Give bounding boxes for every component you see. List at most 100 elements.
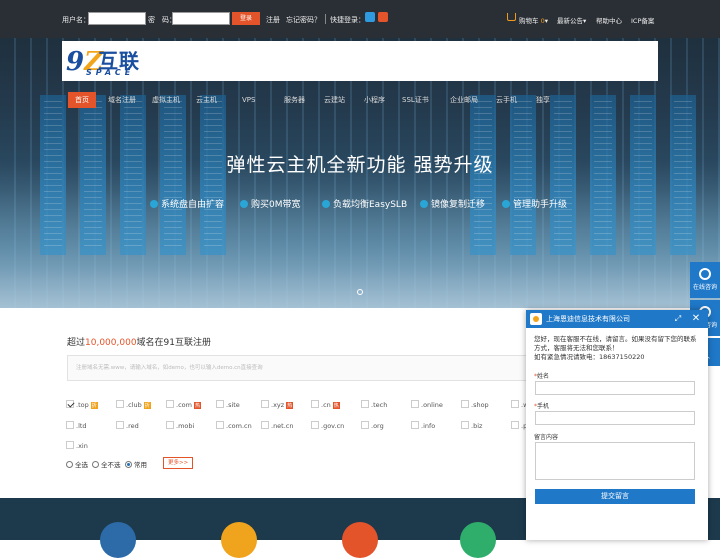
online-consult-tab[interactable]: 在线咨询: [690, 262, 720, 298]
promo-badge: 热: [332, 402, 340, 409]
nav-site-builder[interactable]: 云建站: [320, 92, 349, 108]
checkbox-icon: [116, 400, 124, 408]
checkbox-icon: [166, 421, 174, 429]
message-textarea[interactable]: [535, 442, 695, 480]
content-label: 留言内容: [534, 434, 559, 441]
phone-label: *手机: [534, 403, 550, 410]
tld-option-xin[interactable]: .xin: [66, 441, 88, 450]
tld-option-info[interactable]: .info: [411, 421, 435, 430]
cart-icon[interactable]: [507, 13, 516, 21]
nav-vps[interactable]: VPS: [238, 92, 259, 108]
phone-field[interactable]: [535, 411, 695, 425]
tld-label: .club: [126, 401, 142, 409]
service-icon[interactable]: [342, 522, 378, 558]
tld-option-site[interactable]: .site: [216, 400, 240, 409]
tld-option-shop[interactable]: .shop: [461, 400, 489, 409]
nav-dedicated[interactable]: 独享: [532, 92, 554, 108]
tld-option-online[interactable]: .online: [411, 400, 443, 409]
submit-message-button[interactable]: 提交留言: [535, 489, 695, 504]
service-icon[interactable]: [100, 522, 136, 558]
service-icon[interactable]: [460, 522, 496, 558]
tld-option-biz[interactable]: .biz: [461, 421, 482, 430]
password-input[interactable]: [172, 12, 230, 25]
feature-item: 购买0M带宽: [240, 197, 301, 210]
select-all-option[interactable]: 全选: [66, 459, 88, 469]
select-common-option[interactable]: 常用: [125, 459, 147, 469]
forgot-password-link[interactable]: 忘记密码？: [286, 15, 321, 25]
nav-mini-program[interactable]: 小程序: [360, 92, 389, 108]
tld-label: .info: [421, 422, 436, 430]
radio-icon: [92, 461, 99, 468]
nav-server[interactable]: 服务器: [280, 92, 309, 108]
tld-option-red[interactable]: .red: [116, 421, 139, 430]
service-icon[interactable]: [221, 522, 257, 558]
nav-ssl[interactable]: SSL证书: [398, 92, 433, 108]
checkbox-icon: [216, 400, 224, 408]
tld-option-p[interactable]: .p: [511, 421, 527, 430]
select-none-option[interactable]: 全不选: [92, 459, 121, 469]
close-icon[interactable]: ✕: [690, 313, 702, 325]
checkbox-icon: [461, 421, 469, 429]
tld-option-xyz[interactable]: .xyz 热: [261, 400, 294, 409]
logo-bar: 9Z 互联 SPACE: [62, 41, 658, 81]
tld-option-govcn[interactable]: .gov.cn: [311, 421, 344, 430]
tld-label: .site: [226, 401, 240, 409]
checkbox-icon: [361, 421, 369, 429]
notice-link[interactable]: 最新公告▾: [557, 15, 586, 25]
checkbox-icon: [411, 421, 419, 429]
bullet-icon: [150, 200, 158, 208]
tld-label: .com.cn: [226, 422, 252, 430]
checkbox-icon: [311, 421, 319, 429]
icp-link[interactable]: ICP备案: [631, 15, 654, 25]
cart-link[interactable]: 购物车 0▾: [519, 15, 548, 25]
company-logo-icon: [530, 313, 542, 325]
tld-label: .xin: [76, 442, 88, 450]
register-link[interactable]: 注册: [266, 15, 280, 25]
divider: [325, 14, 326, 24]
tld-label: .red: [126, 422, 139, 430]
checkbox-icon: [461, 400, 469, 408]
promo-badge: 热: [193, 402, 201, 409]
tld-label: .ltd: [76, 422, 87, 430]
tld-option-org[interactable]: .org: [361, 421, 384, 430]
tld-option-com[interactable]: .com 热: [166, 400, 201, 409]
name-field[interactable]: [535, 381, 695, 395]
tld-option-ltd[interactable]: .ltd: [66, 421, 87, 430]
tld-option-comcn[interactable]: .com.cn: [216, 421, 252, 430]
nav-cloud-phone[interactable]: 云手机: [492, 92, 521, 108]
slider-dot[interactable]: [357, 289, 363, 295]
tld-option-top[interactable]: .top 折: [66, 400, 98, 409]
nav-cloud-host[interactable]: 云主机: [192, 92, 221, 108]
nav-home[interactable]: 首页: [68, 92, 96, 108]
tld-option-netcn[interactable]: .net.cn: [261, 421, 294, 430]
tld-option-club[interactable]: .club 折: [116, 400, 151, 409]
checkbox-icon: [511, 400, 519, 408]
wechat-login-icon[interactable]: [378, 12, 388, 22]
hero-banner[interactable]: 用户名： 密 码： 登录 注册 忘记密码？ 快捷登录： 购物车 0▾ 最新公告▾…: [0, 0, 720, 308]
tld-label: .mobi: [176, 422, 195, 430]
tld-option-mobi[interactable]: .mobi: [166, 421, 194, 430]
domain-search-input[interactable]: 注册域名无需.www，请输入域名，如demo，也可以输入demo.cn直接查询: [67, 355, 527, 381]
qq-login-icon[interactable]: [365, 12, 375, 22]
username-label: 用户名：: [62, 16, 90, 24]
checkbox-icon: [261, 400, 269, 408]
more-tlds-button[interactable]: 更多>>: [163, 457, 194, 469]
nav-hosting[interactable]: 虚拟主机: [148, 92, 184, 108]
feature-item: 镜像复制迁移: [420, 197, 485, 210]
username-input[interactable]: [88, 12, 146, 25]
bullet-icon: [502, 200, 510, 208]
expand-icon[interactable]: ⤢: [672, 313, 684, 325]
help-link[interactable]: 帮助中心: [596, 15, 622, 25]
logo-subtext: SPACE: [86, 68, 135, 77]
tld-option-tech[interactable]: .tech: [361, 400, 387, 409]
checkbox-icon: [216, 421, 224, 429]
tld-option-cn[interactable]: .cn 热: [311, 400, 340, 409]
login-button[interactable]: 登录: [232, 12, 260, 25]
quick-login-label: 快捷登录：: [330, 16, 365, 24]
promo-badge: 热: [286, 402, 294, 409]
nav-domain[interactable]: 域名注册: [104, 92, 140, 108]
chat-window: 上海恩迪信息技术有限公司 ⤢ ✕ 您好，现在客服不在线，请留言。如果没有留下您的…: [526, 310, 708, 540]
promo-badge: 折: [90, 402, 98, 409]
tld-label: .xyz: [271, 401, 285, 409]
nav-mail[interactable]: 企业邮局: [446, 92, 482, 108]
